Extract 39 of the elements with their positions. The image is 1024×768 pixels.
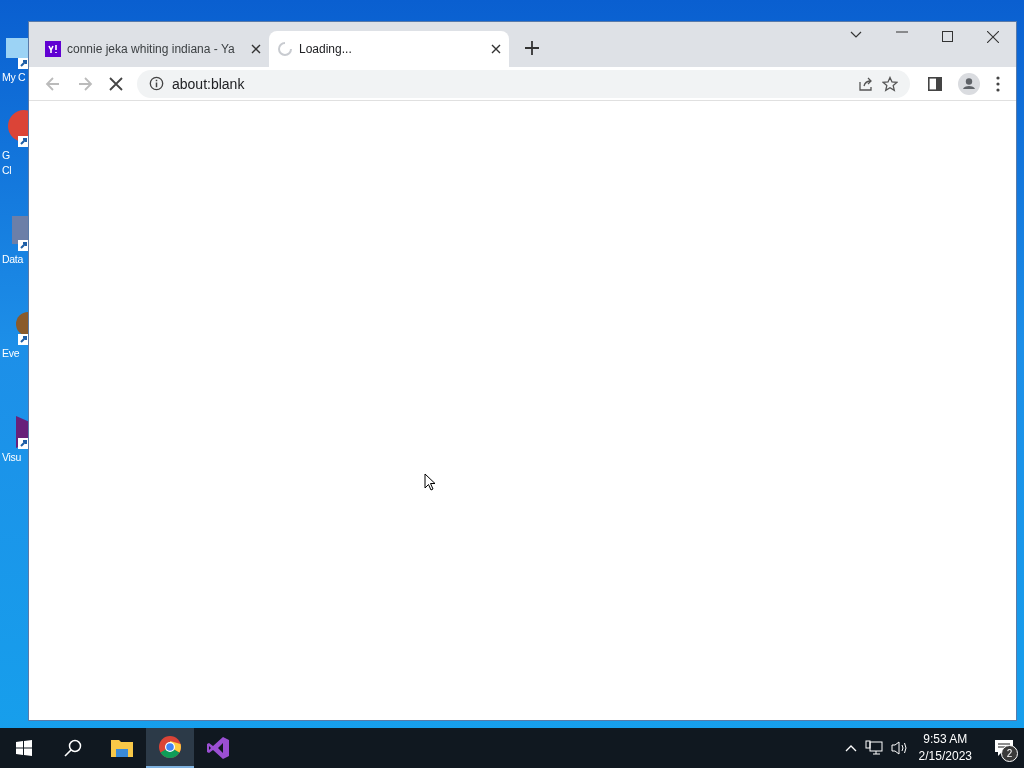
browser-tab[interactable]: connie jeka whiting indiana - Ya: [37, 31, 269, 67]
desktop-shortcut-label[interactable]: Visu: [2, 450, 22, 465]
desktop-shortcut-label[interactable]: My C: [2, 70, 26, 85]
tab-search-icon[interactable]: [850, 31, 862, 39]
clock-time: 9:53 AM: [923, 731, 968, 748]
close-icon[interactable]: [987, 31, 999, 43]
speaker-icon[interactable]: [890, 740, 909, 756]
desktop-shortcut-label[interactable]: Cl: [2, 163, 12, 178]
profile-avatar-icon[interactable]: [958, 72, 980, 95]
bookmark-star-icon[interactable]: [882, 75, 898, 92]
share-icon[interactable]: [858, 75, 874, 92]
start-button-icon[interactable]: [16, 740, 32, 756]
address-bar[interactable]: about:blank: [137, 69, 910, 98]
url-text: about:blank: [172, 75, 245, 92]
search-icon[interactable]: [64, 739, 82, 757]
notification-count-badge: 2: [1001, 745, 1018, 762]
desktop-shortcut-label[interactable]: G: [2, 148, 12, 163]
stop-loading-icon[interactable]: [109, 76, 123, 91]
show-hidden-icons-icon[interactable]: [844, 744, 857, 752]
site-logo-icon: [45, 41, 61, 57]
network-icon[interactable]: [864, 740, 883, 756]
desktop-shortcut-label[interactable]: Eve: [2, 346, 20, 361]
folder-icon: [110, 737, 134, 759]
clock[interactable]: 9:53 AM 2/15/2023: [918, 731, 972, 765]
menu-icon[interactable]: [996, 75, 1000, 92]
mouse-pointer-icon: [424, 473, 436, 491]
side-panel-icon[interactable]: [928, 76, 942, 91]
close-tab-icon[interactable]: [491, 44, 501, 54]
browser-tab[interactable]: Loading...: [269, 31, 509, 67]
new-tab-icon[interactable]: [525, 41, 539, 55]
desktop-shortcut-label[interactable]: Data: [2, 252, 23, 267]
close-tab-icon[interactable]: [251, 44, 261, 54]
studio-logo-icon: [206, 736, 230, 760]
maximize-icon[interactable]: [942, 31, 953, 42]
loading-spinner-icon: [277, 41, 293, 57]
info-icon: [149, 76, 164, 91]
clock-date: 2/15/2023: [918, 748, 972, 765]
chrome-logo-icon: [158, 735, 182, 759]
taskbar-app-button[interactable]: [146, 728, 194, 768]
